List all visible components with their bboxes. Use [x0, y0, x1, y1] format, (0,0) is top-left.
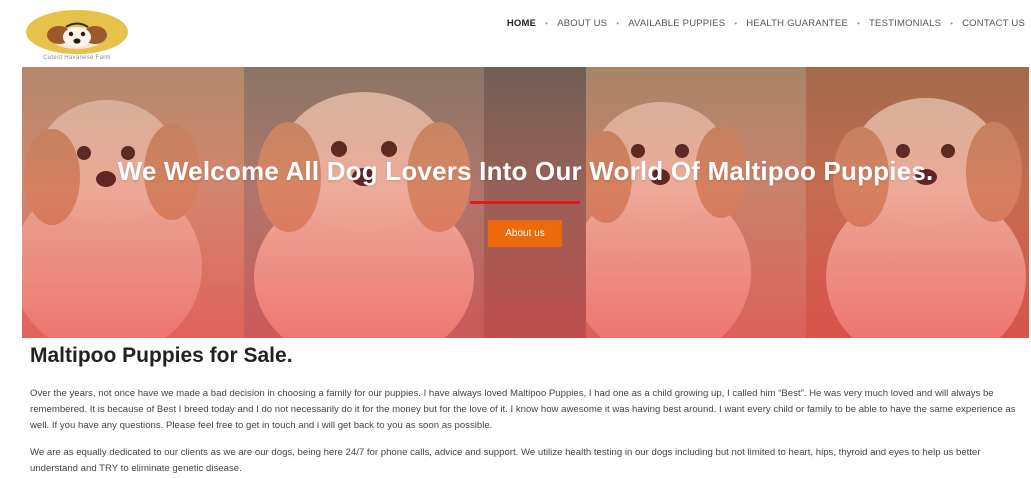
nav-contact-us[interactable]: CONTACT US — [962, 18, 1025, 29]
nav-home[interactable]: HOME — [507, 18, 536, 29]
nav-separator: • — [616, 19, 620, 28]
main-navigation: HOME • ABOUT US • AVAILABLE PUPPIES • HE… — [507, 18, 1025, 29]
dedication-paragraph: We are as equally dedicated to our clien… — [30, 447, 981, 474]
logo-badge — [26, 10, 128, 54]
nav-separator: • — [545, 19, 549, 28]
hero-title: We Welcome All Dog Lovers Into Our World… — [117, 156, 934, 186]
site-logo[interactable]: Cutest Havanese Farm — [22, 10, 132, 62]
nav-testimonials[interactable]: TESTIMONIALS — [869, 18, 941, 29]
hero-accent-line — [470, 201, 580, 204]
nav-health-guarantee[interactable]: HEALTH GUARANTEE — [746, 18, 848, 29]
section-title: Maltipoo Puppies for Sale. — [30, 344, 293, 367]
site-header: Cutest Havanese Farm HOME • ABOUT US • A… — [0, 0, 1031, 66]
logo-subtitle: Cutest Havanese Farm — [43, 55, 111, 61]
hero-banner: We Welcome All Dog Lovers Into Our World… — [22, 67, 1029, 338]
dog-face-icon — [47, 22, 107, 49]
about-us-button[interactable]: About us — [488, 220, 562, 247]
intro-paragraph: Over the years, not once have we made a … — [30, 388, 1016, 431]
nav-available-puppies[interactable]: AVAILABLE PUPPIES — [628, 18, 725, 29]
nav-separator: • — [857, 19, 861, 28]
nav-separator: • — [950, 19, 954, 28]
nav-about-us[interactable]: ABOUT US — [557, 18, 607, 29]
nav-separator: • — [734, 19, 738, 28]
